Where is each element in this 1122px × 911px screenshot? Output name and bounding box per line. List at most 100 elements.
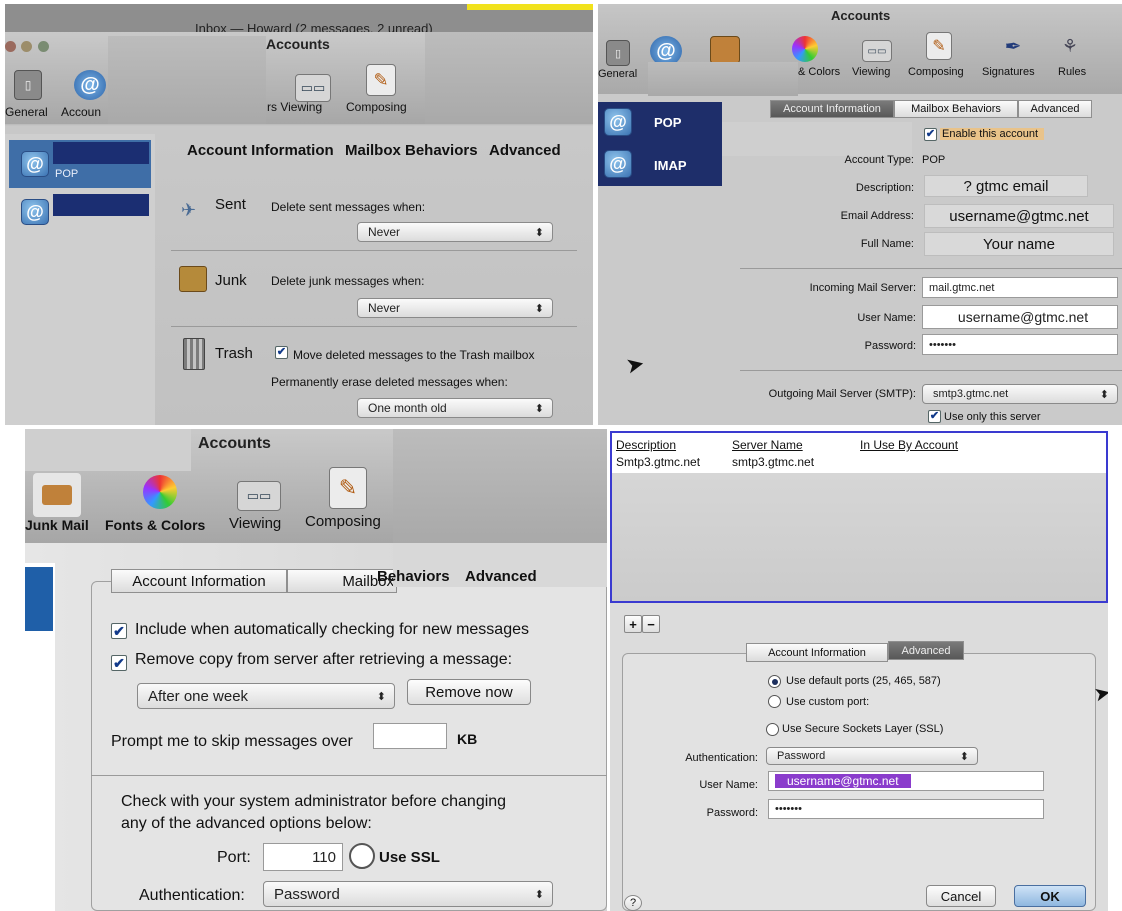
toolbar-signatures-label: Signatures [982, 66, 1035, 78]
rules-icon[interactable]: ⚘ [1056, 32, 1084, 60]
column-in-use[interactable]: In Use By Account [860, 438, 958, 452]
ssl-radio[interactable] [766, 723, 779, 736]
accounts-at-icon[interactable]: @ [74, 70, 106, 100]
viewing-icon[interactable]: ▭▭ [862, 40, 892, 62]
signatures-pen-icon[interactable]: ✒ [998, 32, 1028, 60]
redacted-toolbar-block [648, 62, 798, 96]
kb-unit-label: KB [457, 731, 478, 747]
authentication-select[interactable]: Password ⬍ [766, 747, 978, 765]
viewing-icon[interactable]: ▭▭ [295, 74, 331, 102]
window-title: Accounts [266, 36, 330, 52]
minimize-window-button[interactable] [21, 41, 32, 52]
junk-delete-select[interactable]: Never ⬍ [357, 298, 553, 318]
junk-delete-prompt: Delete junk messages when: [271, 274, 425, 288]
password-label: Password: [864, 340, 916, 352]
tab-advanced[interactable]: Advanced [489, 142, 561, 159]
full-name-field[interactable]: Your name [924, 232, 1114, 256]
tab-account-information[interactable]: Account Information [746, 643, 888, 662]
fonts-colors-icon[interactable] [792, 36, 818, 62]
composing-pencil-icon[interactable]: ✎ [366, 64, 396, 96]
tab-advanced-selected[interactable]: Advanced [888, 641, 964, 660]
authentication-select[interactable]: Password ⬍ [263, 881, 553, 907]
panel-advanced-pop: Accounts Junk Mail Fonts & Colors ▭▭ Vie… [25, 429, 607, 911]
use-ssl-toggle[interactable] [349, 843, 375, 869]
sent-mailbox-icon: ✈ [181, 200, 197, 220]
tab-advanced[interactable]: Advanced [1018, 100, 1092, 118]
tab-advanced-label: Advanced [1030, 103, 1080, 115]
use-only-server-checkbox[interactable]: ✔ [928, 410, 941, 423]
light-switch-glyph: ▯ [24, 78, 32, 92]
column-server-name[interactable]: Server Name [732, 438, 803, 452]
authentication-label: Authentication: [685, 752, 758, 764]
tab-mailbox-behaviors[interactable]: Mailbox Behaviors [345, 142, 478, 159]
select-arrows-icon: ⬍ [959, 750, 969, 763]
password-field[interactable]: ••••••• [768, 799, 1044, 819]
trash-erase-select[interactable]: One month old ⬍ [357, 398, 553, 418]
remove-server-button[interactable]: − [642, 615, 660, 633]
viewing-icon[interactable]: ▭▭ [237, 481, 281, 511]
tab-advanced-selected[interactable]: Advanced [465, 568, 537, 585]
select-arrows-icon: ⬍ [534, 226, 544, 239]
user-name-value: username@gtmc.net [775, 774, 911, 788]
remove-after-select[interactable]: After one week ⬍ [137, 683, 395, 709]
account-type-label: Account Type: [844, 154, 914, 166]
tab-account-information-label: Account Information [768, 646, 866, 659]
row-server-name[interactable]: smtp3.gtmc.net [732, 455, 814, 469]
composing-pencil-icon[interactable]: ✎ [926, 32, 952, 60]
toolbar-general-label: General [5, 105, 48, 119]
panel-smtp-server-list: Description Server Name In Use By Accoun… [610, 431, 1108, 911]
general-switch-icon[interactable]: ▯ [14, 70, 42, 100]
redacted-toolbar-block-right [425, 32, 593, 124]
column-description[interactable]: Description [616, 438, 676, 452]
custom-port-radio[interactable] [768, 695, 781, 708]
help-button[interactable]: ? [624, 895, 642, 911]
default-ports-radio[interactable] [768, 675, 781, 688]
smtp-select[interactable]: smtp3.gtmc.net ⬍ [922, 384, 1118, 404]
select-arrows-icon: ⬍ [534, 402, 544, 415]
admin-note-line-2: any of the advanced options below: [121, 815, 372, 832]
incoming-server-field[interactable]: mail.gtmc.net [922, 277, 1118, 298]
tab-account-information-label: Account Information [783, 103, 881, 115]
composing-pencil-icon[interactable]: ✎ [329, 467, 367, 509]
include-checking-checkbox[interactable]: ✔ [111, 623, 127, 639]
divider [91, 775, 607, 776]
junk-mail-icon[interactable] [710, 36, 740, 64]
sent-delete-select[interactable]: Never ⬍ [357, 222, 553, 242]
close-window-button[interactable] [5, 41, 16, 52]
add-server-button[interactable]: + [624, 615, 642, 633]
enable-account-checkbox[interactable]: ✔ [924, 128, 937, 141]
user-name-value: username@gtmc.net [957, 309, 1089, 325]
prompt-skip-size-field[interactable] [373, 723, 447, 749]
user-name-field[interactable]: username@gtmc.net [768, 771, 1044, 791]
toolbar-junk-label: Junk Mail [25, 517, 89, 533]
description-field[interactable]: ? gtmc email [924, 175, 1088, 197]
tab-account-information[interactable]: Account Information [770, 100, 894, 118]
tab-account-information[interactable]: Account Information [187, 142, 334, 159]
email-address-field[interactable]: username@gtmc.net [924, 204, 1114, 228]
remove-now-button[interactable]: Remove now [407, 679, 531, 705]
ok-button[interactable]: OK [1014, 885, 1086, 907]
second-account-icon[interactable]: @ [21, 199, 49, 225]
blurred-list-area [612, 473, 1106, 601]
toolbar-composing-label: Composing [305, 513, 381, 530]
user-name-field[interactable]: username@gtmc.net [922, 305, 1118, 329]
junk-mail-icon[interactable] [33, 473, 81, 517]
erase-prompt: Permanently erase deleted messages when: [271, 375, 508, 389]
panel-mailbox-behaviors-pop: Inbox — Howard (2 messages, 2 unread) Ac… [5, 4, 593, 425]
remove-copy-checkbox[interactable]: ✔ [111, 655, 127, 671]
tab-account-information[interactable]: Account Information [111, 569, 287, 593]
junk-mailbox-icon [179, 266, 207, 292]
port-field[interactable]: 110 [263, 843, 343, 871]
cancel-button[interactable]: Cancel [926, 885, 996, 907]
full-name-label: Full Name: [860, 238, 914, 250]
general-switch-icon[interactable]: ▯ [606, 40, 630, 66]
fonts-colors-icon[interactable] [143, 475, 177, 509]
zoom-window-button[interactable] [38, 41, 49, 52]
move-to-trash-checkbox[interactable]: ✔ [275, 346, 288, 359]
tab-mailbox-behaviors[interactable]: Mailbox Behaviors [894, 100, 1018, 118]
row-description[interactable]: Smtp3.gtmc.net [616, 455, 700, 469]
divider-junk-trash [171, 326, 577, 327]
imap-account-icon: @ [604, 150, 632, 178]
toolbar-general-label: General [598, 68, 638, 80]
password-field[interactable]: ••••••• [922, 334, 1118, 355]
